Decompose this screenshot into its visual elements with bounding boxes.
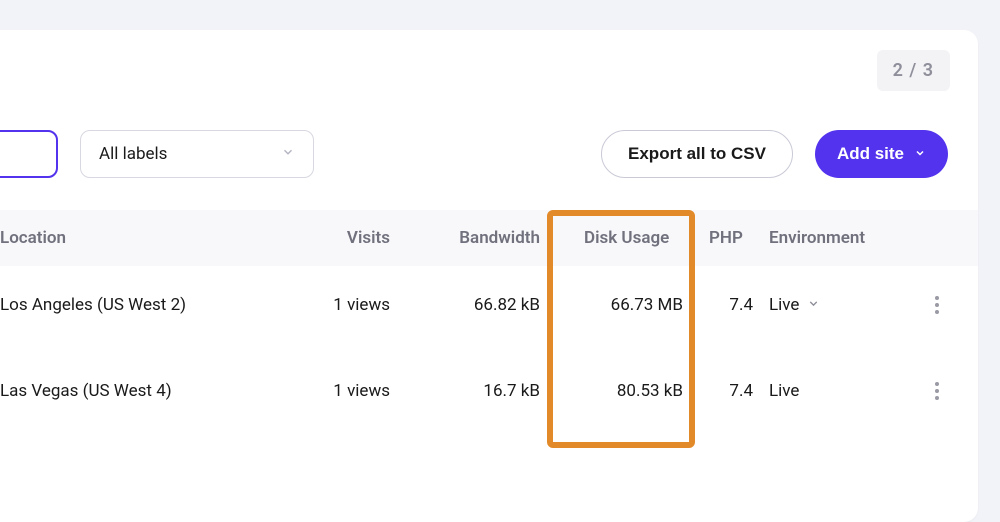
table-row: Las Vegas (US West 4) 1 views 16.7 kB 80… — [0, 352, 978, 430]
kebab-dot-icon — [935, 296, 939, 300]
col-header-visits: Visits — [300, 228, 410, 248]
search-input[interactable] — [0, 130, 58, 178]
export-csv-button[interactable]: Export all to CSV — [601, 130, 793, 178]
export-csv-label: Export all to CSV — [628, 144, 766, 164]
sites-table: Location Visits Bandwidth Disk Usage PHP… — [0, 210, 978, 430]
kebab-dot-icon — [935, 310, 939, 314]
table-row: Los Angeles (US West 2) 1 views 66.82 kB… — [0, 266, 978, 344]
row-actions — [875, 376, 975, 406]
location-cell: Las Vegas (US West 4) — [0, 378, 300, 404]
page-card: 2 / 3 All labels Export all to CSV Add s… — [0, 30, 978, 522]
environment-cell: Live — [755, 381, 875, 401]
labels-filter-text: All labels — [99, 144, 167, 164]
col-header-disk: Disk Usage — [560, 228, 703, 248]
kebab-dot-icon — [935, 389, 939, 393]
visits-cell: 1 views — [300, 381, 410, 401]
environment-label: Live — [769, 381, 799, 401]
labels-filter-select[interactable]: All labels — [80, 130, 314, 178]
chevron-down-icon — [914, 147, 926, 162]
more-actions-button[interactable] — [929, 376, 945, 406]
col-header-location: Location — [0, 228, 300, 248]
table-header-row: Location Visits Bandwidth Disk Usage PHP… — [0, 210, 978, 266]
kebab-dot-icon — [935, 303, 939, 307]
disk-usage-cell: 66.73 MB — [560, 295, 703, 315]
chevron-down-icon — [807, 297, 820, 314]
col-header-environment: Environment — [755, 228, 975, 248]
disk-usage-cell: 80.53 kB — [560, 381, 703, 401]
php-cell: 7.4 — [703, 381, 755, 401]
pagination-badge: 2 / 3 — [877, 50, 950, 91]
add-site-label: Add site — [837, 144, 904, 164]
more-actions-button[interactable] — [929, 290, 945, 320]
row-actions — [875, 290, 975, 320]
bandwidth-cell: 66.82 kB — [410, 295, 560, 315]
environment-label: Live — [769, 295, 799, 315]
kebab-dot-icon — [935, 396, 939, 400]
bandwidth-cell: 16.7 kB — [410, 381, 560, 401]
toolbar: All labels Export all to CSV Add site — [0, 130, 948, 178]
environment-cell[interactable]: Live — [755, 295, 875, 315]
chevron-down-icon — [281, 144, 295, 164]
col-header-bandwidth: Bandwidth — [410, 228, 560, 248]
php-cell: 7.4 — [703, 295, 755, 315]
visits-cell: 1 views — [300, 295, 410, 315]
col-header-php: PHP — [703, 228, 755, 248]
add-site-button[interactable]: Add site — [815, 130, 948, 178]
location-cell: Los Angeles (US West 2) — [0, 292, 300, 318]
kebab-dot-icon — [935, 382, 939, 386]
